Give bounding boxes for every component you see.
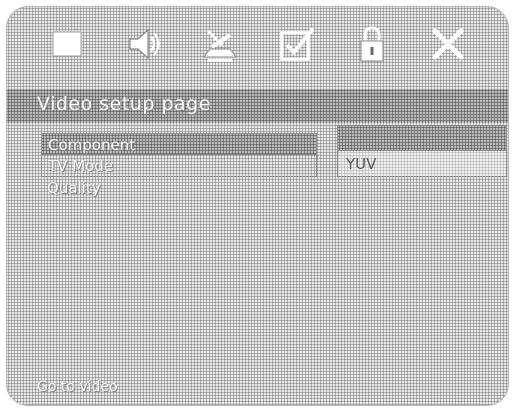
status-footer: Go to video — [37, 379, 118, 395]
exit-setup-icon[interactable] — [425, 21, 471, 67]
submenu-option-yuv[interactable]: YUV — [337, 151, 507, 177]
menu-item-tv-mode[interactable]: TV Mode — [41, 155, 317, 177]
menu-item-quality[interactable]: Quality — [41, 177, 317, 199]
general-setup-icon[interactable] — [44, 21, 90, 67]
component-submenu: YUV — [337, 125, 507, 177]
setup-toolbar — [7, 7, 508, 81]
setup-menu: Component TV Mode Quality — [41, 133, 317, 199]
submenu-selected-option[interactable] — [337, 125, 507, 151]
setup-screen: Video setup page Component TV Mode Quali… — [6, 6, 509, 406]
password-setup-icon[interactable] — [349, 21, 395, 67]
menu-item-component[interactable]: Component — [41, 133, 317, 155]
audio-setup-icon[interactable] — [120, 21, 166, 67]
page-title: Video setup page — [37, 93, 211, 115]
video-setup-icon[interactable] — [196, 21, 242, 67]
preference-setup-icon[interactable] — [273, 21, 319, 67]
